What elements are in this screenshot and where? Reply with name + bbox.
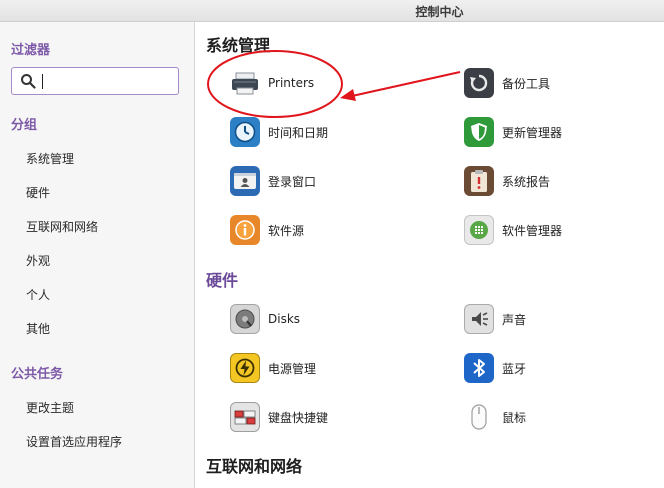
- item-software-manager[interactable]: 软件管理器: [464, 213, 562, 247]
- sidebar-item-other[interactable]: 其他: [26, 320, 50, 337]
- window-title: 控制中心: [415, 5, 464, 19]
- filter-heading: 过滤器: [11, 43, 51, 58]
- title-bar: 控制中心: [0, 0, 664, 22]
- item-software-sources[interactable]: 软件源: [230, 213, 304, 247]
- item-system-report[interactable]: 系统报告: [464, 164, 550, 198]
- section-title-network: 互联网和网络: [206, 457, 303, 476]
- item-printers[interactable]: Printers: [230, 66, 314, 100]
- power-icon: [230, 353, 260, 383]
- sidebar-item-hardware[interactable]: 硬件: [26, 184, 50, 201]
- app-grid-icon: [464, 215, 494, 245]
- printer-icon: [230, 68, 260, 98]
- backup-icon: [464, 68, 494, 98]
- item-label: 软件管理器: [502, 223, 563, 238]
- sidebar-item-appearance[interactable]: 外观: [26, 252, 50, 269]
- search-input[interactable]: [11, 67, 179, 95]
- item-label: 登录窗口: [268, 174, 317, 189]
- info-icon: [230, 215, 260, 245]
- item-label: 蓝牙: [502, 361, 527, 376]
- task-preferred-apps[interactable]: 设置首选应用程序: [26, 433, 122, 450]
- item-label: Printers: [268, 76, 315, 90]
- sidebar: 过滤器 分组 系统管理 硬件 互联网和网络 外观 个人 其他 公共任务 更改主题…: [0, 22, 195, 488]
- text-caret: [42, 74, 43, 89]
- item-label: 系统报告: [502, 174, 551, 189]
- clock-icon: [230, 117, 260, 147]
- section-title-system: 系统管理: [206, 36, 271, 55]
- item-login-window[interactable]: 登录窗口: [230, 164, 316, 198]
- item-power-management[interactable]: 电源管理: [230, 351, 316, 385]
- item-label: Disks: [268, 312, 301, 326]
- item-sound[interactable]: 声音: [464, 302, 526, 336]
- speaker-icon: [464, 304, 494, 334]
- keyboard-icon: [230, 402, 260, 432]
- bluetooth-icon: [464, 353, 494, 383]
- task-change-theme[interactable]: 更改主题: [26, 399, 74, 416]
- item-label: 键盘快捷键: [268, 410, 329, 425]
- search-icon: [21, 74, 36, 89]
- section-title-hardware: 硬件: [206, 271, 239, 290]
- clipboard-icon: [464, 166, 494, 196]
- item-label: 电源管理: [268, 361, 317, 376]
- item-mouse[interactable]: 鼠标: [464, 400, 526, 434]
- login-window-icon: [230, 166, 260, 196]
- item-backup[interactable]: 备份工具: [464, 66, 550, 100]
- shield-icon: [464, 117, 494, 147]
- item-label: 时间和日期: [268, 125, 329, 140]
- disk-icon: [230, 304, 260, 334]
- item-time-date[interactable]: 时间和日期: [230, 115, 328, 149]
- item-label: 鼠标: [502, 410, 527, 425]
- item-label: 软件源: [268, 223, 305, 238]
- item-disks[interactable]: Disks: [230, 302, 300, 336]
- sidebar-item-system[interactable]: 系统管理: [26, 150, 74, 167]
- item-label: 声音: [502, 312, 527, 327]
- item-bluetooth[interactable]: 蓝牙: [464, 351, 526, 385]
- sidebar-item-network[interactable]: 互联网和网络: [26, 218, 98, 235]
- mouse-icon: [464, 402, 494, 432]
- item-label: 更新管理器: [502, 125, 563, 140]
- tasks-heading: 公共任务: [11, 367, 64, 382]
- item-update-manager[interactable]: 更新管理器: [464, 115, 562, 149]
- group-heading: 分组: [11, 118, 38, 133]
- sidebar-item-personal[interactable]: 个人: [26, 286, 50, 303]
- main-panel: 系统管理 Printers 备份工具 时间和日期 更新管理器 登录窗口 系统报告…: [196, 22, 664, 488]
- item-label: 备份工具: [502, 76, 551, 91]
- item-keyboard-shortcuts[interactable]: 键盘快捷键: [230, 400, 328, 434]
